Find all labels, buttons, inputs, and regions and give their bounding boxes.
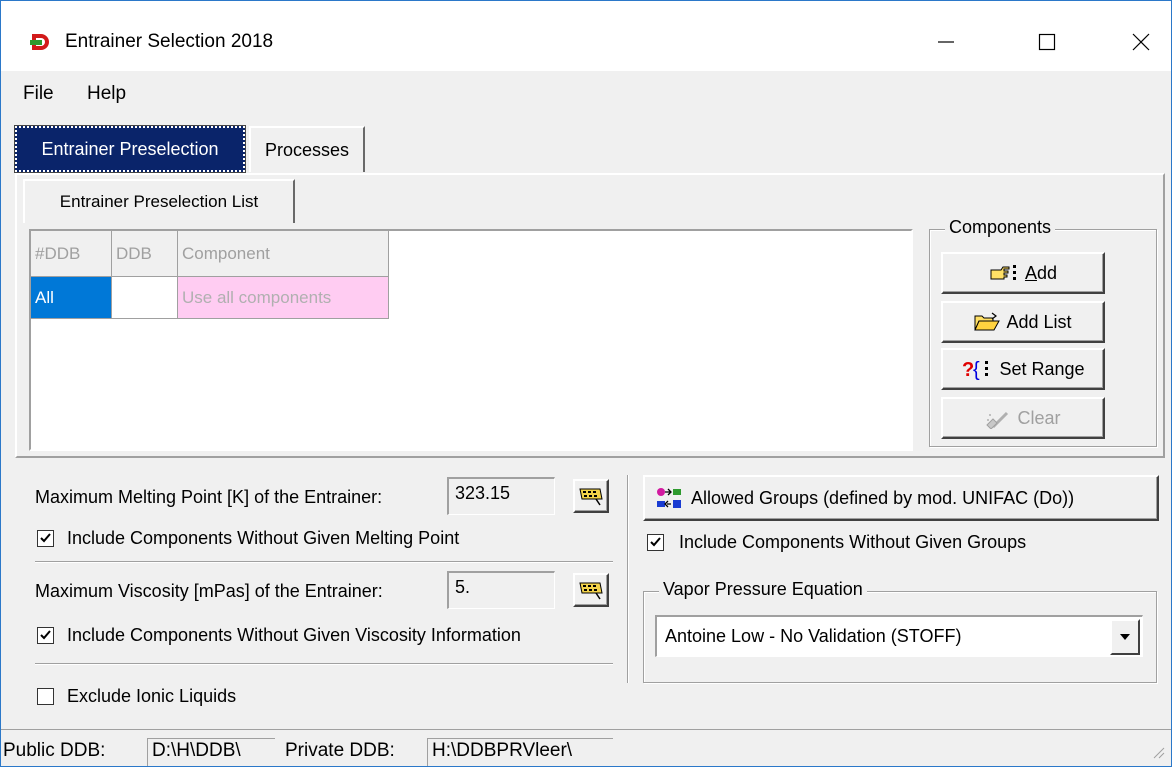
exclude-ionic-liquids-checkbox[interactable] <box>37 688 54 705</box>
set-range-button[interactable]: ? { Set Range <box>941 348 1105 390</box>
menu-file[interactable]: File <box>23 83 54 105</box>
vapor-pressure-title: Vapor Pressure Equation <box>659 579 867 600</box>
max-viscosity-label: Maximum Viscosity [mPas] of the Entraine… <box>35 581 383 601</box>
tab-entrainer-preselection-list[interactable]: Entrainer Preselection List <box>23 179 295 223</box>
table-cell-component[interactable]: Use all components <box>178 277 389 319</box>
minimize-button[interactable] <box>916 17 976 67</box>
viscosity-keypad-button[interactable] <box>573 573 609 607</box>
checkmark-icon <box>40 630 51 640</box>
column-header-ddb[interactable]: DDB <box>112 231 178 277</box>
max-melting-point-field[interactable]: 323.15 <box>447 477 555 515</box>
vertical-separator <box>627 475 629 683</box>
pointing-hand-icon <box>989 263 1019 283</box>
status-bar: Public DDB: D:\H\DDB\ Private DDB: H:\DD… <box>1 729 1171 766</box>
keypad-icon <box>578 485 604 507</box>
add-button-rest: dd <box>1036 262 1058 283</box>
add-list-label: Add List <box>1006 311 1072 332</box>
include-no-melting-point-checkbox[interactable] <box>37 530 54 547</box>
table-cell-ddb-no[interactable]: All <box>31 277 112 319</box>
tab-entrainer-preselection[interactable]: Entrainer Preselection <box>14 125 246 173</box>
preselection-grid[interactable]: #DDB DDB Component All Use all component… <box>31 231 911 449</box>
allowed-groups-button[interactable]: Allowed Groups (defined by mod. UNIFAC (… <box>643 475 1159 521</box>
include-no-viscosity-label: Include Components Without Given Viscosi… <box>67 625 521 645</box>
checkmark-icon <box>40 533 51 543</box>
add-list-button[interactable]: Add List <box>941 301 1105 343</box>
components-groupbox-title: Components <box>945 217 1056 238</box>
tab-processes[interactable]: Processes <box>249 126 365 172</box>
public-ddb-label: Public DDB: <box>3 740 106 761</box>
maximize-button[interactable] <box>1017 17 1077 67</box>
include-no-groups-label: Include Components Without Given Groups <box>679 532 1027 552</box>
column-header-component[interactable]: Component <box>178 231 389 277</box>
svg-text:{: { <box>973 359 980 380</box>
exclude-ionic-liquids-label: Exclude Ionic Liquids <box>67 686 237 706</box>
clear-label: Clear <box>1017 407 1061 428</box>
vapor-pressure-selected: Antoine Low - No Validation (STOFF) <box>665 626 962 646</box>
private-ddb-label: Private DDB: <box>285 740 395 761</box>
add-button[interactable]: Add <box>941 252 1105 294</box>
window-title: Entrainer Selection 2018 <box>65 31 274 52</box>
menu-help[interactable]: Help <box>87 83 126 105</box>
allowed-groups-label: Allowed Groups (defined by mod. UNIFAC (… <box>691 487 1075 508</box>
melting-point-keypad-button[interactable] <box>573 479 609 513</box>
keypad-icon <box>578 579 604 601</box>
question-range-icon: ? { <box>961 358 993 380</box>
table-cell-ddb[interactable] <box>112 277 178 319</box>
clear-button[interactable]: Clear <box>941 397 1105 439</box>
title-bar: Entrainer Selection 2018 <box>1 1 1171 71</box>
main-window: Entrainer Selection 2018 File Help Entra… <box>0 0 1172 767</box>
app-logo-icon <box>29 31 51 53</box>
eraser-icon <box>985 407 1011 429</box>
add-button-label: Add <box>1025 263 1057 284</box>
resize-grip-icon[interactable] <box>1151 743 1165 764</box>
include-no-groups-checkbox[interactable] <box>647 534 664 551</box>
max-viscosity-field[interactable]: 5. <box>447 571 555 609</box>
column-header-ddb-no[interactable]: #DDB <box>31 231 112 277</box>
set-range-label: Set Range <box>999 358 1085 379</box>
chevron-down-icon <box>1120 634 1130 640</box>
separator-2 <box>35 663 613 665</box>
separator-1 <box>35 561 613 563</box>
vapor-pressure-select[interactable]: Antoine Low - No Validation (STOFF) <box>655 615 1143 657</box>
menu-bar: File Help <box>1 73 1171 113</box>
private-ddb-path: H:\DDBPRVleer\ <box>427 738 613 766</box>
close-button[interactable] <box>1111 17 1171 67</box>
checkmark-icon <box>650 537 661 547</box>
include-no-melting-point-label: Include Components Without Given Melting… <box>67 528 460 548</box>
include-no-viscosity-checkbox[interactable] <box>37 627 54 644</box>
open-folder-icon <box>974 312 1001 332</box>
public-ddb-path: D:\H\DDB\ <box>147 738 275 766</box>
add-button-accel: A <box>1024 262 1037 283</box>
max-melting-point-label: Maximum Melting Point [K] of the Entrain… <box>35 487 383 507</box>
dropdown-button[interactable] <box>1110 619 1140 655</box>
molecule-groups-icon <box>655 486 685 510</box>
